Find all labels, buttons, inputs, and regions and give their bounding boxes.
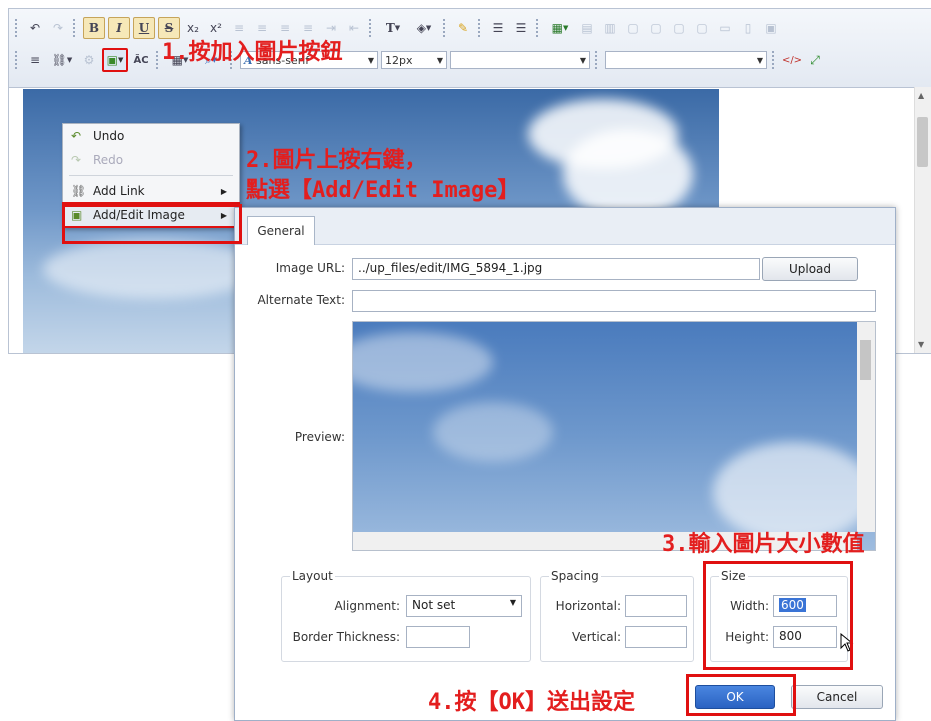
ordered-list-icon[interactable]: ☰: [488, 18, 508, 38]
preview-label: Preview:: [294, 430, 345, 444]
bold-button[interactable]: B: [83, 17, 105, 39]
submenu-arrow-icon: ▶: [220, 186, 227, 196]
spacing-fieldset: Spacing Horizontal: Vertical:: [540, 569, 694, 662]
tab-general[interactable]: General: [247, 216, 315, 245]
editor-toolbar: ↶ ↷ B I U S x₂ x² ≡ ≡ ≡ ≡ ⇥ ⇤ T ▼ ◈ ▼ ✎ ☰ …: [9, 9, 931, 88]
toolbar-grip: [443, 19, 448, 37]
undo-icon[interactable]: ↶: [25, 18, 45, 38]
link-icon[interactable]: ⛓ ▼: [48, 50, 76, 70]
underline-button[interactable]: U: [133, 17, 155, 39]
border-thickness-label: Border Thickness:: [292, 630, 400, 644]
annotation-step3: 3.輸入圖片大小數值: [662, 532, 865, 557]
table-delete-icon[interactable]: ▣: [761, 18, 781, 38]
cloud: [43, 239, 263, 299]
fullscreen-icon[interactable]: ⤢: [805, 50, 825, 70]
vertical-input[interactable]: [625, 626, 687, 648]
alt-text-input[interactable]: [352, 290, 876, 312]
border-thickness-input[interactable]: [406, 626, 470, 648]
scroll-thumb[interactable]: [917, 117, 928, 167]
menu-item-undo[interactable]: ↶ Undo: [63, 124, 239, 148]
annotation-step2-line2: 點選【Add/Edit Image】: [246, 178, 520, 203]
table-split-icon[interactable]: ▢: [669, 18, 689, 38]
menu-item-label: Add Link: [93, 184, 145, 198]
toolbar-grip: [536, 19, 541, 37]
toolbar-grip: [15, 51, 20, 69]
annotation-step1: 1.按加入圖片按鈕: [162, 40, 343, 65]
menu-separator: [69, 175, 233, 176]
upload-button[interactable]: Upload: [762, 257, 858, 281]
scroll-thumb[interactable]: [860, 340, 871, 380]
toolbar-row-2: ≡ ⛓ ▼ ⚙ ▣ ▼ ÃC ▦ ▼ ⌕ ▼ A sans-serif ▼ 12px ▼ …: [13, 47, 927, 73]
menu-item-add-link[interactable]: ⛓ Add Link ▶: [63, 179, 239, 203]
alignment-label: Alignment:: [334, 599, 400, 613]
toolbar-grip: [73, 19, 78, 37]
paragraph-icon[interactable]: ≡: [25, 50, 45, 70]
toolbar-row-1: ↶ ↷ B I U S x₂ x² ≡ ≡ ≡ ≡ ⇥ ⇤ T ▼ ◈ ▼ ✎ ☰ …: [13, 15, 927, 41]
menu-item-label: Undo: [93, 129, 125, 143]
scroll-up-icon[interactable]: ▲: [918, 91, 924, 100]
redo-icon: ↷: [71, 153, 82, 167]
preview-vscroll[interactable]: [857, 322, 875, 532]
horizontal-label: Horizontal:: [555, 599, 621, 613]
menu-item-redo[interactable]: ↷ Redo: [63, 148, 239, 172]
cancel-button[interactable]: Cancel: [791, 685, 883, 709]
insert-table-icon[interactable]: ▦ ▼: [546, 18, 574, 38]
table-delete-row-icon[interactable]: ▭: [715, 18, 735, 38]
cloud: [433, 402, 553, 462]
annotation-step4: 4.按【OK】送出設定: [428, 690, 635, 715]
highlight-box-size: [703, 561, 853, 670]
layout-fieldset: Layout Alignment: Not set ▼ Border Thickn…: [281, 569, 531, 662]
outdent-icon[interactable]: ⇤: [344, 18, 364, 38]
text-color-button[interactable]: T ▼: [379, 18, 407, 38]
html-source-icon[interactable]: </>: [782, 50, 802, 70]
toolbar-grip: [478, 19, 483, 37]
highlight-box-ok: [686, 674, 796, 716]
link-icon: ⛓: [71, 184, 87, 198]
image-url-label: Image URL:: [275, 261, 345, 275]
style-select[interactable]: ▼: [605, 51, 767, 69]
highlight-box-menu: [62, 204, 242, 244]
toolbar-grip: [156, 51, 161, 69]
format-block-select[interactable]: ▼: [450, 51, 590, 69]
annotation-step2-line1: 2.圖片上按右鍵，: [246, 148, 427, 173]
toolbar-grip: [595, 51, 600, 69]
table-row-icon[interactable]: ▤: [577, 18, 597, 38]
insert-image-button[interactable]: ▣ ▼: [102, 48, 128, 72]
unlink-icon[interactable]: ⚙: [79, 50, 99, 70]
special-char-button[interactable]: ÃC: [131, 50, 151, 70]
table-props-icon[interactable]: ▢: [692, 18, 712, 38]
image-url-input[interactable]: ../up_files/edit/IMG_5894_1.jpg: [352, 258, 760, 280]
editor-scrollbar[interactable]: ▲ ▼: [914, 87, 931, 353]
clean-format-icon[interactable]: ✎: [453, 18, 473, 38]
alt-text-label: Alternate Text:: [257, 293, 345, 307]
table-col-icon[interactable]: ▥: [600, 18, 620, 38]
menu-item-label: Redo: [93, 153, 124, 167]
spacing-legend: Spacing: [549, 569, 601, 583]
layout-legend: Layout: [290, 569, 335, 583]
vertical-label: Vertical:: [572, 630, 621, 644]
italic-button[interactable]: I: [108, 17, 130, 39]
redo-icon[interactable]: ↷: [48, 18, 68, 38]
toolbar-grip: [772, 51, 777, 69]
toolbar-grip: [369, 19, 374, 37]
undo-icon: ↶: [71, 129, 82, 143]
table-merge-icon[interactable]: ▢: [646, 18, 666, 38]
image-preview: [352, 321, 876, 551]
scroll-down-icon[interactable]: ▼: [918, 340, 924, 349]
horizontal-input[interactable]: [625, 595, 687, 617]
toolbar-grip: [15, 19, 20, 37]
highlight-color-icon[interactable]: ◈ ▼: [410, 18, 438, 38]
table-cell-icon[interactable]: ▢: [623, 18, 643, 38]
chevron-down-icon: ▼: [509, 598, 516, 607]
table-delete-col-icon[interactable]: ▯: [738, 18, 758, 38]
alignment-select[interactable]: Not set ▼: [406, 595, 522, 617]
unordered-list-icon[interactable]: ☰: [511, 18, 531, 38]
font-size-select[interactable]: 12px ▼: [381, 51, 447, 69]
dialog-tabbar: General: [235, 208, 895, 245]
cloud: [353, 332, 493, 392]
cloud: [563, 129, 693, 219]
